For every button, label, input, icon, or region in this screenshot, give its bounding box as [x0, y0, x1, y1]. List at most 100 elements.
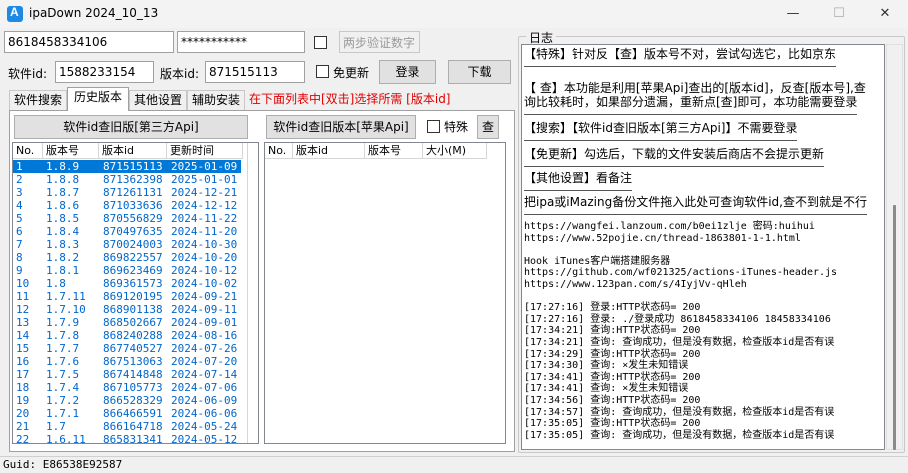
table-row[interactable]: 13 1.7.9 868502667 2024-09-01 — [13, 316, 241, 329]
table-row[interactable]: 6 1.8.4 870497635 2024-11-20 — [13, 225, 241, 238]
tab-software-search[interactable]: 软件搜索 — [9, 90, 67, 110]
software-id-input[interactable] — [55, 61, 154, 83]
row-version-id: 871362398 — [103, 173, 163, 186]
table-row[interactable]: 20 1.7.1 866466591 2024-06-06 — [13, 407, 241, 420]
col-size[interactable]: 大小(M) — [423, 143, 487, 159]
login-button[interactable]: 登录 — [379, 60, 436, 84]
table-row[interactable]: 11 1.7.11 869120195 2024-09-21 — [13, 290, 241, 303]
apple-versions-list[interactable]: No. 版本id 版本号 大小(M) — [264, 142, 506, 444]
row-update-time: 2024-07-20 — [171, 355, 238, 368]
minimize-button[interactable]: — — [770, 0, 816, 28]
close-button[interactable]: ✕ — [862, 0, 908, 28]
col-version-id[interactable]: 版本id — [99, 143, 167, 159]
table-row[interactable]: 2 1.8.8 871362398 2025-01-01 — [13, 173, 241, 186]
table-row[interactable]: 17 1.7.5 867414848 2024-07-14 — [13, 368, 241, 381]
row-update-time: 2024-07-06 — [171, 381, 238, 394]
row-update-time: 2024-09-01 — [171, 316, 238, 329]
log-line: [17:34:41] 查询: ×发生未知错误 — [524, 383, 689, 395]
log-tip-no-update: 【免更新】勾选后，下载的文件安装后商店不会提示更新 — [524, 145, 825, 167]
row-no: 21 — [16, 420, 30, 433]
tab-other-settings[interactable]: 其他设置 — [129, 90, 187, 110]
third-party-api-button[interactable]: 软件id查旧版[第三方Api] — [14, 115, 248, 139]
table-row[interactable]: 3 1.8.7 871261131 2024-12-21 — [13, 186, 241, 199]
list-scrollbar-track[interactable] — [247, 143, 248, 443]
row-no: 2 — [16, 173, 23, 186]
row-no: 3 — [16, 186, 23, 199]
row-version: 1.7.1 — [46, 407, 80, 420]
table-row[interactable]: 4 1.8.6 871033636 2024-12-12 — [13, 199, 241, 212]
row-update-time: 2024-09-21 — [171, 290, 238, 303]
row-no: 19 — [16, 394, 30, 407]
two-step-checkbox[interactable] — [314, 36, 327, 49]
row-version: 1.7.2 — [46, 394, 80, 407]
row-no: 7 — [16, 238, 23, 251]
two-step-code-input[interactable] — [339, 31, 420, 53]
log-line: [17:27:16] 登录:HTTP状态码= 200 — [524, 302, 701, 314]
log-tip-special: 【特殊】针对反【查】版本号不对，尝试勾选它，比如京东 — [524, 45, 837, 67]
row-version-id: 869120195 — [103, 290, 163, 303]
log-line: https://www.123pan.com/s/4IyjVv-qHleh — [524, 279, 747, 290]
row-no: 11 — [16, 290, 30, 303]
table-row[interactable]: 21 1.7 866164718 2024-05-24 — [13, 420, 241, 433]
row-version-id: 868502667 — [103, 316, 163, 329]
apple-api-button[interactable]: 软件id查旧版本[苹果Api] — [266, 115, 416, 139]
log-scrollbar[interactable] — [886, 44, 903, 450]
row-version-id: 871261131 — [103, 186, 163, 199]
row-update-time: 2024-08-16 — [171, 329, 238, 342]
tab-install-helper[interactable]: 辅助安装 — [187, 90, 245, 110]
row-update-time: 2024-09-11 — [171, 303, 238, 316]
table-row[interactable]: 22 1.6.11 865831341 2024-05-12 — [13, 433, 241, 444]
col-version[interactable]: 版本号 — [365, 143, 423, 159]
table-row[interactable]: 16 1.7.6 867513063 2024-07-20 — [13, 355, 241, 368]
maximize-button[interactable]: ☐ — [816, 0, 862, 28]
row-version-id: 870497635 — [103, 225, 163, 238]
row-update-time: 2024-10-12 — [171, 264, 238, 277]
col-no[interactable]: No. — [13, 143, 43, 159]
row-update-time: 2024-10-30 — [171, 238, 238, 251]
table-row[interactable]: 7 1.8.3 870024003 2024-10-30 — [13, 238, 241, 251]
account-input[interactable] — [4, 31, 174, 53]
table-row[interactable]: 1 1.8.9 871515113 2025-01-09 — [13, 160, 241, 173]
table-row[interactable]: 18 1.7.4 867105773 2024-07-06 — [13, 381, 241, 394]
download-button[interactable]: 下载 — [448, 60, 511, 84]
table-row[interactable]: 10 1.8 869361573 2024-10-02 — [13, 277, 241, 290]
row-version: 1.7.9 — [46, 316, 80, 329]
version-id-input[interactable] — [205, 61, 305, 83]
title-bar: ipaDown 2024_10_13 — ☐ ✕ — [0, 0, 908, 28]
log-textbox[interactable]: 【特殊】针对反【查】版本号不对，尝试勾选它，比如京东 【 查】本功能是利用[苹果… — [521, 44, 885, 450]
row-no: 22 — [16, 433, 30, 444]
table-row[interactable]: 12 1.7.10 868901138 2024-09-11 — [13, 303, 241, 316]
table-row[interactable]: 15 1.7.7 867740527 2024-07-26 — [13, 342, 241, 355]
row-version-id: 869361573 — [103, 277, 163, 290]
table-row[interactable]: 9 1.8.1 869623469 2024-10-12 — [13, 264, 241, 277]
table-row[interactable]: 8 1.8.2 869822557 2024-10-20 — [13, 251, 241, 264]
password-input[interactable] — [177, 31, 305, 53]
log-line: [17:34:56] 查询:HTTP状态码= 200 — [524, 395, 701, 406]
table-row[interactable]: 14 1.7.8 868240288 2024-08-16 — [13, 329, 241, 342]
row-no: 17 — [16, 368, 30, 381]
table-row[interactable]: 5 1.8.5 870556829 2024-11-22 — [13, 212, 241, 225]
log-line: [17:34:21] 查询:HTTP状态码= 200 — [524, 325, 701, 337]
software-id-label: 软件id: — [8, 67, 47, 81]
row-version-id: 870556829 — [103, 212, 163, 225]
row-update-time: 2024-07-26 — [171, 342, 238, 355]
row-version: 1.7.10 — [46, 303, 86, 316]
table-row[interactable]: 19 1.7.2 866528329 2024-06-09 — [13, 394, 241, 407]
tab-history-versions[interactable]: 历史版本 — [67, 87, 129, 111]
col-version[interactable]: 版本号 — [43, 143, 99, 159]
row-update-time: 2025-01-09 — [171, 160, 238, 173]
log-line: [17:34:57] 查询: 查询成功，但是没有数据，检查版本id是否有误 — [524, 406, 835, 418]
history-versions-list[interactable]: No. 版本号 版本id 更新时间 1 1.8.9 871515113 2025-01… — [12, 142, 259, 444]
col-update-time[interactable]: 更新时间 — [167, 143, 243, 159]
no-update-checkbox[interactable] — [316, 65, 329, 78]
row-update-time: 2024-12-12 — [171, 199, 238, 212]
query-button[interactable]: 查 — [477, 115, 499, 139]
col-no[interactable]: No. — [265, 143, 293, 159]
row-version-id: 866466591 — [103, 407, 163, 420]
row-update-time: 2025-01-01 — [171, 173, 238, 186]
row-version-id: 866164718 — [103, 420, 163, 433]
col-version-id[interactable]: 版本id — [293, 143, 365, 159]
log-scrollbar-thumb[interactable] — [893, 205, 896, 450]
special-checkbox[interactable] — [427, 120, 440, 133]
row-update-time: 2024-11-20 — [171, 225, 238, 238]
